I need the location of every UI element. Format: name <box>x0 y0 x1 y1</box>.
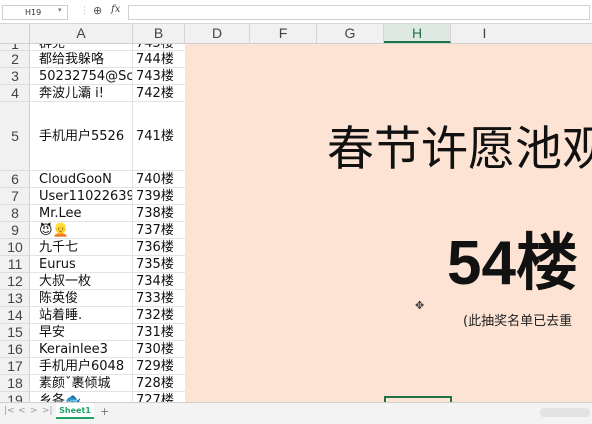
row-header[interactable]: 3 <box>0 68 30 85</box>
cell-floor[interactable]: 740楼 <box>136 171 184 188</box>
cell-name[interactable]: Kerainlee3 <box>39 341 132 358</box>
column-header-d[interactable]: D <box>185 24 250 43</box>
spreadsheet-grid[interactable]: 12345678910111213141516171819 群兒745楼都给我躲… <box>0 44 592 402</box>
cell-floor[interactable]: 732楼 <box>136 307 184 324</box>
cursor-move-icon: ✥ <box>415 299 425 312</box>
formula-bar: H19 ▾ ⋮ ⊕ fx <box>0 0 592 24</box>
next-sheet-icon[interactable]: > <box>30 406 38 416</box>
cell-floor[interactable]: 741楼 <box>136 102 184 171</box>
merged-banner-area[interactable]: 春节许愿池观 54楼 (此抽奖名单已去重 ✥ <box>185 44 592 402</box>
column-header-g[interactable]: G <box>317 24 384 43</box>
cell-name[interactable]: 群兒 <box>39 44 132 51</box>
cell-name[interactable]: Mr.Lee <box>39 205 132 222</box>
column-header-f[interactable]: F <box>250 24 317 43</box>
cell-floor[interactable]: 727楼 <box>136 392 184 402</box>
row-header[interactable]: 5 <box>0 102 30 171</box>
row-header[interactable]: 15 <box>0 324 30 341</box>
cell-floor[interactable]: 729楼 <box>136 358 184 375</box>
cell-floor[interactable]: 744楼 <box>136 51 184 68</box>
row-header[interactable]: 2 <box>0 51 30 68</box>
row-header[interactable]: 7 <box>0 188 30 205</box>
cell-floor[interactable]: 745楼 <box>136 44 184 51</box>
winning-floor: 54楼 <box>447 229 578 298</box>
cell-floor[interactable]: 736楼 <box>136 239 184 256</box>
row-header[interactable]: 12 <box>0 273 30 290</box>
cell-name[interactable]: 都给我躲咯 <box>39 51 132 68</box>
row-header[interactable]: 1 <box>0 44 30 51</box>
cell-name[interactable]: 手机用户5526 <box>39 102 132 171</box>
cell-name[interactable]: CloudGooN <box>39 171 132 188</box>
column-header-b[interactable]: B <box>133 24 185 43</box>
formula-input[interactable] <box>128 5 590 20</box>
cell-name[interactable]: 早安 <box>39 324 132 341</box>
row-header[interactable]: 16 <box>0 341 30 358</box>
tab-sheet1[interactable]: Sheet1 <box>56 403 94 419</box>
cell-floor[interactable]: 733楼 <box>136 290 184 307</box>
row-header[interactable]: 11 <box>0 256 30 273</box>
cell-floor[interactable]: 731楼 <box>136 324 184 341</box>
cell-name[interactable]: 陈英俊 <box>39 290 132 307</box>
cell-floor[interactable]: 730楼 <box>136 341 184 358</box>
row-header[interactable]: 13 <box>0 290 30 307</box>
zoom-icon[interactable]: ⊕ <box>93 4 102 17</box>
cell-name[interactable]: 😈👱 <box>39 222 132 239</box>
prev-sheet-icon[interactable]: < <box>18 406 26 416</box>
cell-floor[interactable]: 742楼 <box>136 85 184 102</box>
banner-note: (此抽奖名单已去重 <box>463 314 573 329</box>
last-sheet-icon[interactable]: >| <box>42 406 53 416</box>
column-header-a[interactable]: A <box>30 24 133 43</box>
columns-a-b[interactable]: 群兒 745楼都给我躲咯744楼50232754@Sc743楼奔波儿灞 i!742… <box>30 44 185 402</box>
cell-floor[interactable]: 743楼 <box>136 68 184 85</box>
cell-name[interactable]: 大叔一枚 <box>39 273 132 290</box>
cell-floor[interactable]: 735楼 <box>136 256 184 273</box>
column-header-row: A B D F G H I <box>0 24 592 44</box>
cell-name[interactable]: 乡各🐟 <box>39 392 132 402</box>
row-header[interactable]: 10 <box>0 239 30 256</box>
column-header-i[interactable]: I <box>451 24 518 43</box>
row-header[interactable]: 17 <box>0 358 30 375</box>
row-header[interactable]: 14 <box>0 307 30 324</box>
row-header-column: 1 2 3 4 5 6 7 8 9 10 11 12 13 14 15 16 17 18 19 <box>0 44 30 402</box>
cell-name[interactable]: Eurus <box>39 256 132 273</box>
cell-floor[interactable]: 739楼 <box>136 188 184 205</box>
cell-name[interactable]: 奔波儿灞 i! <box>39 85 132 102</box>
cell-floor[interactable]: 738楼 <box>136 205 184 222</box>
cell-name[interactable]: 素颜ˇ裹倾城 <box>39 375 132 392</box>
row-header[interactable]: 9 <box>0 222 30 239</box>
row-header[interactable]: 19 <box>0 392 30 402</box>
sheet-tab-bar: |< < > >| Sheet1 + <box>0 402 592 424</box>
first-sheet-icon[interactable]: |< <box>4 406 15 416</box>
cell-floor[interactable]: 734楼 <box>136 273 184 290</box>
banner-title: 春节许愿池观 <box>327 122 592 177</box>
cell-name[interactable]: 手机用户6048 <box>39 358 132 375</box>
column-header-h[interactable]: H <box>384 24 451 43</box>
cell-floor[interactable]: 728楼 <box>136 375 184 392</box>
horizontal-scrollbar[interactable] <box>540 408 590 417</box>
row-header[interactable]: 4 <box>0 85 30 102</box>
cell-floor[interactable]: 737楼 <box>136 222 184 239</box>
row-header[interactable]: 18 <box>0 375 30 392</box>
select-all-corner[interactable] <box>0 24 30 43</box>
separator-icon: ⋮ <box>80 6 89 16</box>
row-header[interactable]: 6 <box>0 171 30 188</box>
cell-name[interactable]: 九千七 <box>39 239 132 256</box>
cell-name[interactable]: User11022639S <box>39 188 132 205</box>
row-header[interactable]: 8 <box>0 205 30 222</box>
cell-name[interactable]: 站着睡. <box>39 307 132 324</box>
fx-button[interactable]: fx <box>111 4 120 15</box>
cell-name[interactable]: 50232754@Sc <box>39 68 132 85</box>
chevron-down-icon[interactable]: ▾ <box>58 6 62 14</box>
add-sheet-button[interactable]: + <box>100 405 109 418</box>
